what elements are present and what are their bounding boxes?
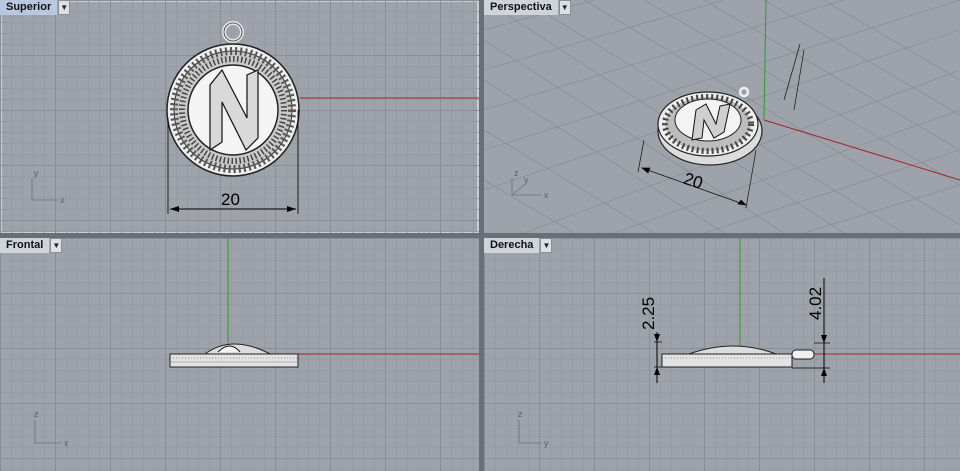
dimension-height-left: 2.25 xyxy=(639,297,658,330)
axis-label-z: z xyxy=(514,168,519,178)
axis-widget: x y xyxy=(31,168,65,205)
axis-label-x: x xyxy=(60,195,65,205)
axis-label-z: z xyxy=(518,409,523,419)
pendant-front[interactable] xyxy=(169,343,299,368)
pendant-right[interactable] xyxy=(661,345,815,368)
axis-label-z: z xyxy=(34,409,39,419)
chevron-down-icon[interactable]: ▼ xyxy=(558,0,571,15)
axis-label-x: x xyxy=(64,438,69,448)
viewport-front[interactable]: Frontal ▼ x z xyxy=(0,238,479,471)
front-view-drawing: x z xyxy=(34,238,479,448)
viewport-tab-right[interactable]: Derecha ▼ xyxy=(484,238,553,253)
viewport-title: Frontal xyxy=(0,238,51,253)
viewport-title: Superior xyxy=(0,0,59,15)
dimension-width-top: 20 xyxy=(221,190,240,209)
viewport-tab-top[interactable]: Superior ▼ xyxy=(0,0,71,15)
pendant-top[interactable] xyxy=(166,21,300,177)
viewport-tab-front[interactable]: Frontal ▼ xyxy=(0,238,63,253)
viewport-tab-perspective[interactable]: Perspectiva ▼ xyxy=(484,0,571,15)
axis-label-y: y xyxy=(524,175,529,185)
chevron-down-icon[interactable]: ▼ xyxy=(50,238,63,253)
axis-label-x: x xyxy=(544,190,549,200)
viewport-title: Derecha xyxy=(484,238,541,253)
chevron-down-icon[interactable]: ▼ xyxy=(540,238,553,253)
top-view-drawing: 20 x y xyxy=(31,21,479,214)
right-view-drawing: 2.25 4.02 y z xyxy=(518,238,960,448)
axis-label-y: y xyxy=(544,438,549,448)
viewport-right[interactable]: Derecha ▼ 2.25 4.02 y z xyxy=(484,238,960,471)
chevron-down-icon[interactable]: ▼ xyxy=(58,0,71,15)
viewport-perspective[interactable]: 20 x z y Perspectiva ▼ xyxy=(484,0,960,233)
axis-widget: y z xyxy=(518,409,549,448)
axis-widget: x z xyxy=(34,409,69,448)
perspective-grid: 20 x z y xyxy=(484,0,960,233)
axis-label-y: y xyxy=(34,168,39,178)
viewport-title: Perspectiva xyxy=(484,0,559,15)
viewport-top[interactable]: Superior ▼ 20 x y xyxy=(0,0,479,233)
dimension-height-right: 4.02 xyxy=(806,287,825,320)
